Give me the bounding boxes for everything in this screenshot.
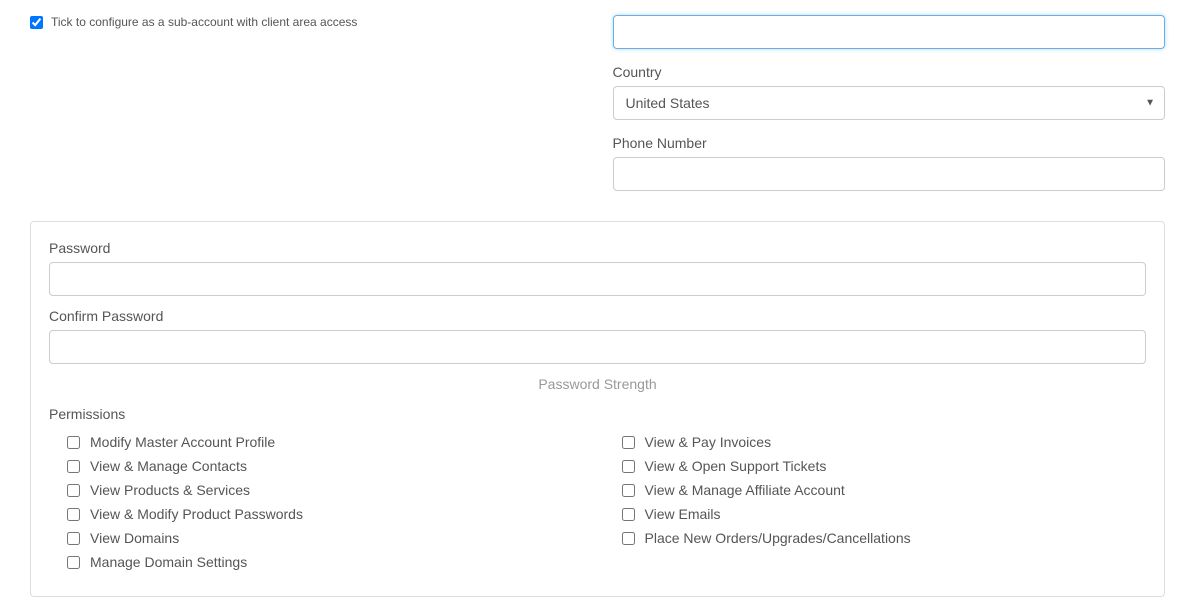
password-label: Password bbox=[49, 240, 1146, 256]
perm-view-modify-product-passwords-checkbox[interactable] bbox=[67, 508, 80, 521]
perm-view-domains-checkbox[interactable] bbox=[67, 532, 80, 545]
perm-label: Modify Master Account Profile bbox=[90, 434, 275, 450]
permissions-column-right: View & Pay Invoices View & Open Support … bbox=[622, 434, 1147, 578]
password-panel: Password Confirm Password Password Stren… bbox=[30, 221, 1165, 597]
perm-modify-master-profile-checkbox[interactable] bbox=[67, 436, 80, 449]
subaccount-checkbox-label: Tick to configure as a sub-account with … bbox=[51, 15, 357, 29]
perm-view-manage-affiliate-checkbox[interactable] bbox=[622, 484, 635, 497]
country-select[interactable]: United States bbox=[613, 86, 1166, 120]
permissions-column-left: Modify Master Account Profile View & Man… bbox=[67, 434, 592, 578]
permissions-heading: Permissions bbox=[49, 406, 1146, 422]
perm-place-new-orders-checkbox[interactable] bbox=[622, 532, 635, 545]
perm-label: View & Pay Invoices bbox=[645, 434, 772, 450]
perm-label: Manage Domain Settings bbox=[90, 554, 247, 570]
perm-label: View & Modify Product Passwords bbox=[90, 506, 303, 522]
perm-label: View Products & Services bbox=[90, 482, 250, 498]
perm-label: Place New Orders/Upgrades/Cancellations bbox=[645, 530, 911, 546]
perm-view-emails-checkbox[interactable] bbox=[622, 508, 635, 521]
perm-view-pay-invoices-checkbox[interactable] bbox=[622, 436, 635, 449]
perm-label: View & Manage Contacts bbox=[90, 458, 247, 474]
perm-view-manage-contacts-checkbox[interactable] bbox=[67, 460, 80, 473]
perm-view-open-support-tickets-checkbox[interactable] bbox=[622, 460, 635, 473]
perm-view-products-services-checkbox[interactable] bbox=[67, 484, 80, 497]
confirm-password-label: Confirm Password bbox=[49, 308, 1146, 324]
phone-input[interactable] bbox=[613, 157, 1166, 191]
password-strength-label: Password Strength bbox=[49, 376, 1146, 392]
confirm-password-input[interactable] bbox=[49, 330, 1146, 364]
password-input[interactable] bbox=[49, 262, 1146, 296]
subaccount-checkbox[interactable] bbox=[30, 16, 43, 29]
country-label: Country bbox=[613, 64, 1166, 80]
perm-label: View Emails bbox=[645, 506, 721, 522]
phone-label: Phone Number bbox=[613, 135, 1166, 151]
subaccount-checkbox-row: Tick to configure as a sub-account with … bbox=[30, 15, 583, 29]
perm-label: View & Manage Affiliate Account bbox=[645, 482, 845, 498]
perm-label: View Domains bbox=[90, 530, 179, 546]
perm-label: View & Open Support Tickets bbox=[645, 458, 827, 474]
perm-manage-domain-settings-checkbox[interactable] bbox=[67, 556, 80, 569]
top-text-input[interactable] bbox=[613, 15, 1166, 49]
